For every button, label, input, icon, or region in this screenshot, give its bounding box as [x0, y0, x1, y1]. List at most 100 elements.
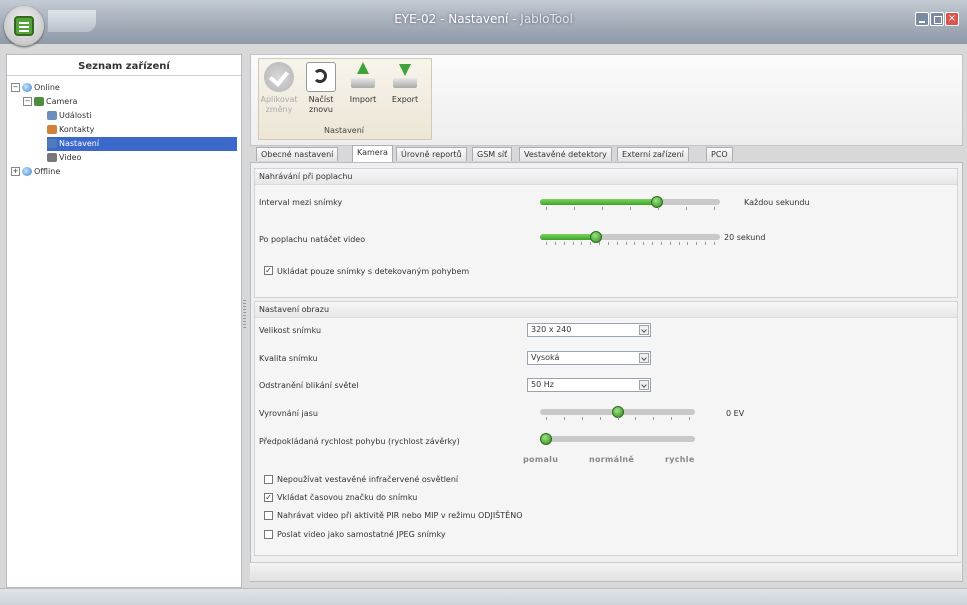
tab-builtin-detectors[interactable]: Vestavěné detektory [519, 147, 612, 161]
video-icon [47, 153, 57, 162]
slider-tick [658, 207, 659, 210]
slider-tick [574, 207, 575, 210]
slider-tick [564, 417, 565, 420]
slider-tick [714, 207, 715, 210]
tree-item-kontakty[interactable]: Kontakty [47, 123, 94, 137]
slider-tick [618, 417, 619, 420]
slider-tick [630, 207, 631, 210]
slider-tick [617, 242, 618, 245]
window-title-main: EYE-02 - Nastavení - [394, 12, 521, 26]
chevron-down-icon [639, 353, 649, 363]
flicker-label: Odstranění blikání světel [259, 381, 359, 390]
brightness-slider[interactable] [540, 406, 695, 422]
no-infrared-checkbox[interactable] [264, 475, 273, 484]
brightness-label: Vyrovnání jasu [259, 409, 318, 418]
reload-icon [306, 62, 336, 92]
interval-slider[interactable] [540, 196, 720, 212]
slider-track [540, 234, 720, 240]
tree-item-nastaveni[interactable]: Nastavení [47, 137, 237, 151]
camera-icon [34, 97, 44, 106]
slider-tick [599, 242, 600, 245]
speed-label: Předpokládaná rychlost pohybu (rychlost … [259, 437, 460, 446]
tab-general[interactable]: Obecné nastavení [256, 147, 339, 161]
collapse-icon[interactable]: − [23, 97, 32, 106]
window-title-app: JabloTool [520, 12, 573, 26]
tree-item-label: Online [34, 83, 60, 92]
app-menu-button[interactable] [4, 6, 44, 46]
pir-video-checkbox[interactable] [264, 511, 273, 520]
app-logo-icon [14, 16, 34, 36]
collapse-icon[interactable]: − [11, 83, 20, 92]
slider-tick [689, 417, 690, 420]
reload-button[interactable]: Načíst znovu [302, 62, 340, 115]
speed-slow-label: pomalu [523, 455, 559, 464]
slider-track [540, 199, 720, 205]
panel-splitter[interactable] [243, 300, 246, 330]
slider-tick [581, 242, 582, 245]
select-value: 50 Hz [531, 380, 554, 389]
tree-item-camera[interactable]: − Camera [23, 95, 77, 109]
slider-tick [555, 242, 556, 245]
close-button[interactable]: × [945, 12, 959, 26]
maximize-button[interactable] [930, 12, 944, 26]
slider-tick [626, 242, 627, 245]
window-title: EYE-02 - Nastavení - JabloTool [330, 12, 637, 26]
globe-icon [22, 83, 32, 92]
export-button[interactable]: Export [386, 62, 424, 105]
flicker-select[interactable]: 50 Hz [527, 378, 651, 392]
device-list-title: Seznam zařízení [78, 61, 170, 72]
slider-track [540, 436, 695, 442]
tab-report-levels[interactable]: Úrovně reportů [396, 147, 467, 161]
events-icon [47, 111, 57, 120]
image-quality-select[interactable]: Vysoká [527, 351, 651, 365]
tab-external-devices[interactable]: Externí zařízení [617, 147, 689, 161]
shutter-speed-slider[interactable] [540, 433, 695, 449]
slider-fill [540, 234, 596, 240]
speed-fast-label: rychle [665, 455, 695, 464]
jpeg-video-label: Poslat video jako samostatné JPEG snímky [277, 530, 446, 539]
slider-tick [696, 242, 697, 245]
slider-tick [687, 242, 688, 245]
timestamp-label: Vkládat časovou značku do snímku [277, 493, 418, 502]
slider-tick [635, 417, 636, 420]
recording-group-header: Nahrávání při poplachu [255, 169, 957, 185]
tree-item-udalosti[interactable]: Události [47, 109, 91, 123]
jpeg-video-checkbox[interactable] [264, 530, 273, 539]
expand-icon[interactable]: + [11, 167, 20, 176]
image-size-select[interactable]: 320 x 240 [527, 323, 651, 337]
slider-thumb[interactable] [540, 433, 552, 445]
import-button[interactable]: Import [344, 62, 382, 105]
export-label: Export [391, 95, 419, 104]
tree-item-video[interactable]: Video [47, 151, 81, 165]
motion-only-checkbox[interactable]: ✓ [264, 266, 273, 275]
apply-changes-label: Aplikovat změny [260, 95, 298, 114]
select-value: Vysoká [531, 353, 560, 362]
interval-label: Interval mezi snímky [259, 198, 343, 207]
motion-only-label: Ukládat pouze snímky s detekovaným pohyb… [277, 267, 470, 276]
tree-item-online[interactable]: − Online [11, 81, 60, 95]
slider-ticks [540, 207, 720, 211]
slider-tick [600, 417, 601, 420]
slider-tick [670, 242, 671, 245]
slider-tick [608, 242, 609, 245]
tree-item-label: Offline [34, 167, 61, 176]
export-icon [390, 62, 420, 92]
tab-pco[interactable]: PCO [706, 147, 733, 161]
tab-camera[interactable]: Kamera [352, 145, 393, 162]
apply-changes-button[interactable]: Aplikovat změny [260, 62, 298, 115]
tree-item-label: Video [59, 153, 82, 162]
slider-tick [573, 242, 574, 245]
tab-gsm[interactable]: GSM síť [472, 147, 513, 161]
slider-tick [679, 242, 680, 245]
select-value: 320 x 240 [531, 325, 572, 334]
slider-tick [686, 207, 687, 210]
slider-tick [590, 242, 591, 245]
video-length-slider[interactable] [540, 231, 720, 247]
slider-tick [546, 242, 547, 245]
image-settings-header: Nastavení obrazu [255, 302, 957, 318]
tree-item-offline[interactable]: + Offline [11, 165, 60, 179]
pir-video-label: Nahrávat video při aktivitě PIR nebo MIP… [277, 511, 523, 520]
minimize-button[interactable] [915, 12, 929, 26]
tree-item-label: Nastavení [59, 139, 100, 148]
timestamp-checkbox[interactable]: ✓ [264, 493, 273, 502]
